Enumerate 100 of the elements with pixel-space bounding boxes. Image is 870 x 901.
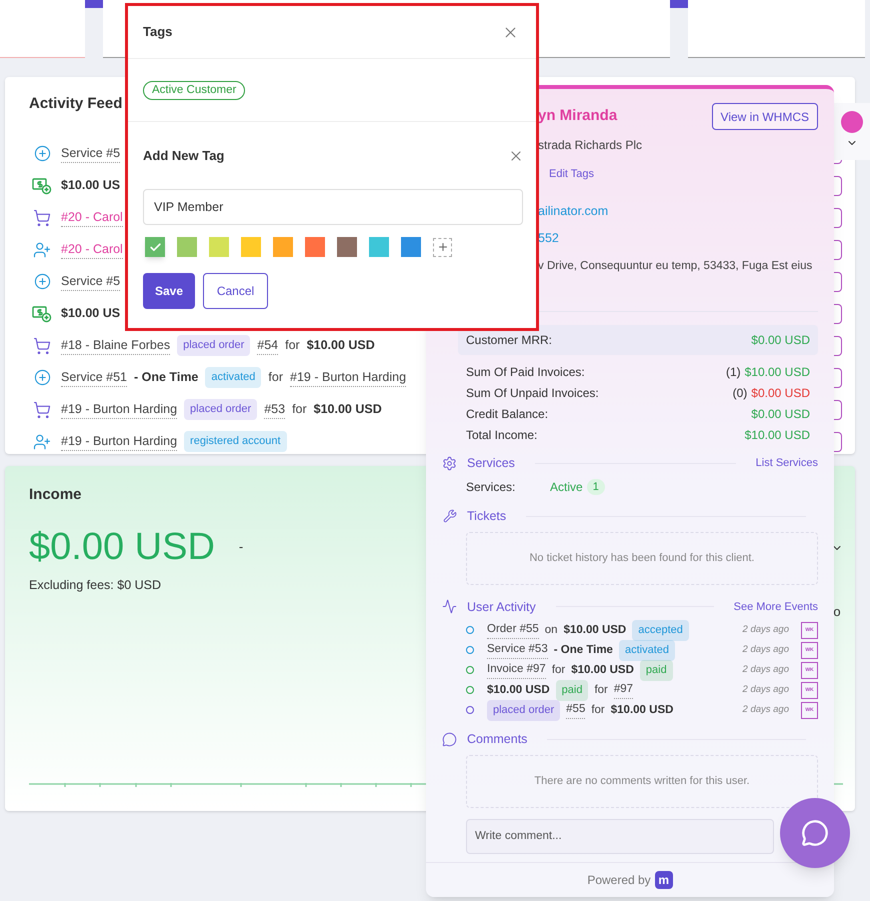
color-swatch[interactable] [145,237,165,257]
link[interactable]: #20 - Carol [61,240,123,260]
cart-icon [33,400,51,418]
link[interactable]: Service #53 [487,641,548,660]
link[interactable]: Service #5 [61,144,120,164]
link[interactable]: Order #55 [487,621,539,640]
check-icon [148,240,162,254]
text: for [285,337,300,354]
dialog-title: Tags [143,23,172,42]
color-swatch[interactable] [401,237,421,257]
powered-by-text: Powered by [587,872,651,889]
amount-text: $10.00 USD [564,622,626,638]
accent-bar [85,0,103,8]
section-link[interactable]: See More Events [734,598,818,616]
link[interactable]: #97 [614,681,634,700]
link[interactable]: #53 [264,400,286,420]
plus-circle-icon [34,145,50,162]
link[interactable]: #18 - Blaine Forbes [61,336,170,356]
text: for [591,702,605,718]
cart-icon [33,336,51,354]
link[interactable]: #54 [257,336,278,356]
color-swatch[interactable] [273,237,293,257]
comment-icon [442,732,457,748]
text: on [544,622,558,638]
stat-label: Credit Balance: [466,406,548,422]
card-title: Activity Feed [29,94,122,114]
status-tag: activated [205,367,262,388]
status-tag: paid [640,660,673,680]
text: for [552,662,566,678]
link[interactable]: #19 - Burton Harding [61,432,178,452]
empty-text: No ticket history has been found for this client. [529,550,754,566]
wrench-icon [442,509,456,524]
section-title: Services [467,455,515,472]
amount-text: $10.00 US [61,305,120,322]
amount-text: - One Time [554,642,613,658]
status-tag: registered account [184,431,287,452]
user-plus-icon [33,240,51,258]
client-name: yn Miranda [538,106,618,126]
settings-icon [442,456,457,471]
text: for [594,682,608,698]
text: for [292,401,307,418]
status-tag: accepted [632,620,689,640]
link[interactable]: #20 - Carol [61,208,123,228]
time-text: 2 days ago [742,643,789,658]
comment-field[interactable]: Write comment... [466,819,774,854]
banknote-plus-icon [32,304,52,322]
save-button[interactable]: Save [143,273,195,309]
link[interactable]: #19 - Burton Harding [290,368,406,388]
stat-value: $0.00 USD [751,332,810,349]
text: for [268,369,284,386]
color-swatch[interactable] [177,237,197,257]
link[interactable]: #55 [566,701,586,720]
fees-text: Excluding fees: $0 USD [29,576,162,594]
plus-icon [436,241,448,253]
card-title: Income [29,485,82,505]
dash-text: - [238,538,244,556]
accent-bar [670,0,688,8]
time-text: 2 days ago [742,663,789,678]
link[interactable]: #19 - Burton Harding [61,400,178,420]
cancel-button[interactable]: Cancel [203,273,268,309]
section-link[interactable]: List Services [756,455,818,472]
link[interactable]: Service #5 [61,272,120,292]
section-title: User Activity [467,598,536,616]
add-color-button[interactable] [433,238,452,256]
chat-icon [801,819,829,847]
empty-text: There are no comments written for this user. [534,774,750,790]
user-plus-icon [33,432,51,450]
stat-value: $0.00 USD [751,384,810,402]
services-label: Services: [466,478,516,496]
logo: m [654,871,673,889]
color-swatch[interactable] [337,237,357,257]
stat-label: Sum Of Paid Invoices: [466,364,585,380]
status-tag: paid [556,680,588,700]
amount-text: $10.00 USD [306,337,375,354]
color-swatch[interactable] [369,237,389,257]
side-text: o [833,603,841,621]
stat-count: (0) [732,384,748,402]
link[interactable]: Invoice #97 [487,661,546,680]
stat-value: $10.00 USD [744,364,810,380]
stat-label: Sum Of Unpaid Invoices: [466,384,599,402]
color-swatch[interactable] [241,237,261,257]
view-in-whmcs-button[interactable]: View in WHMCS [712,103,818,130]
section-title: Add New Tag [143,146,224,165]
color-swatch[interactable] [209,237,229,257]
stat-value: $10.00 USD [744,426,810,444]
edit-tags-link[interactable]: Edit Tags [549,166,594,182]
status-tag: activated [618,640,675,660]
status-tag: placed order [487,700,560,720]
service-status: Active [550,478,583,496]
link[interactable]: Service #51 [61,368,128,388]
stat-label: Total Income: [466,426,538,444]
company-text: strada Richards Plc [538,137,642,154]
status-tag: placed order [184,399,258,420]
tag-name-field[interactable]: VIP Member [143,189,523,225]
time-text: 2 days ago [742,623,789,638]
user-menu[interactable] [834,103,870,160]
amount-text: $10.00 USD [314,401,382,418]
section-title: Comments [467,731,528,748]
amount-text: $10.00 USD [571,662,634,678]
color-swatch[interactable] [305,237,325,257]
